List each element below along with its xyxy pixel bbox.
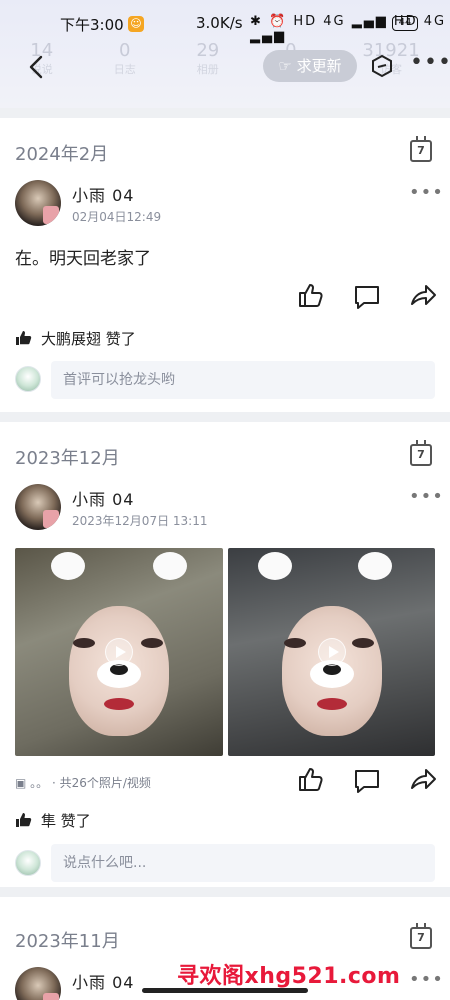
top-bar: 14说说 0日志 29相册 0留言 31921访客 下午3:00 ☺ 3.0K/…: [0, 0, 450, 108]
like-icon[interactable]: [297, 766, 325, 792]
post-text: 在。明天回老家了: [15, 249, 151, 269]
post-date: 2023年12月07日 13:11: [72, 514, 208, 528]
avatar[interactable]: [15, 484, 61, 530]
comment-input[interactable]: 首评可以抢龙头哟: [51, 361, 435, 399]
watermark: 寻欢阁xhg521.com: [177, 964, 401, 989]
back-arrow-icon[interactable]: [22, 52, 52, 82]
notification-icon: ☺: [128, 16, 144, 32]
album-count: 。。 · 共26个照片/视频: [30, 776, 151, 790]
post-date: 02月04日12:49: [72, 210, 162, 224]
status-indicators: ✱ ⏰ HD 4G ▂▄▆ HD 4G ▂▄▆: [250, 14, 447, 44]
likes-line: 隼 赞了: [15, 810, 91, 831]
calendar-icon[interactable]: 7: [410, 923, 432, 949]
post-card: 2024年2月 7 小雨 04 02月04日12:49 ••• 在。明天回老家了…: [0, 118, 450, 412]
video-thumbnail[interactable]: [15, 548, 223, 756]
pointing-hand-icon: ☞: [278, 57, 292, 75]
month-heading: 2024年2月: [15, 144, 109, 165]
share-icon[interactable]: [409, 282, 437, 308]
username[interactable]: 小雨 04: [72, 969, 134, 993]
request-update-button[interactable]: ☞ 求更新: [263, 50, 357, 82]
likes-text[interactable]: 隼 赞了: [41, 812, 91, 830]
more-options-icon[interactable]: •••: [410, 50, 450, 75]
nav-bar: ☞ 求更新 •••: [0, 48, 450, 88]
thumbs-up-icon: [16, 813, 32, 827]
month-heading: 2023年11月: [15, 931, 120, 952]
share-icon[interactable]: [409, 766, 437, 792]
status-bar: 下午3:00 ☺ 3.0K/s ✱ ⏰ HD 4G ▂▄▆ HD 4G ▂▄▆ …: [0, 12, 450, 44]
month-heading: 2023年12月: [15, 448, 120, 469]
request-update-label: 求更新: [296, 57, 342, 75]
status-time: 下午3:00: [60, 16, 124, 34]
comment-input[interactable]: 说点什么吧...: [51, 844, 435, 882]
comment-icon[interactable]: [353, 284, 381, 310]
username[interactable]: 小雨 04: [72, 486, 134, 510]
like-icon[interactable]: [297, 282, 325, 308]
avatar[interactable]: [15, 180, 61, 226]
likes-text[interactable]: 大鹏展翅 赞了: [41, 330, 136, 348]
play-icon[interactable]: [105, 638, 133, 666]
my-avatar: [15, 366, 41, 392]
hexagon-icon[interactable]: [370, 54, 394, 78]
comment-icon[interactable]: [353, 768, 381, 794]
my-avatar: [15, 850, 41, 876]
network-speed: 3.0K/s: [196, 14, 243, 32]
album-icon: ▣: [15, 776, 27, 790]
home-indicator[interactable]: [142, 988, 308, 993]
calendar-icon[interactable]: 7: [410, 440, 432, 466]
avatar[interactable]: [15, 967, 61, 1000]
battery-icon: 44: [392, 16, 418, 31]
post-more-icon[interactable]: •••: [409, 182, 444, 203]
media-grid: [15, 548, 435, 756]
username[interactable]: 小雨 04: [72, 182, 134, 206]
video-thumbnail[interactable]: [228, 548, 435, 756]
album-info[interactable]: ▣ 。。 · 共26个照片/视频: [15, 774, 151, 791]
calendar-icon[interactable]: 7: [410, 136, 432, 162]
post-more-icon[interactable]: •••: [409, 969, 444, 990]
post-more-icon[interactable]: •••: [409, 486, 444, 507]
play-icon[interactable]: [317, 638, 346, 666]
thumbs-up-icon: [16, 331, 32, 345]
likes-line: 大鹏展翅 赞了: [15, 328, 136, 349]
post-card: 2023年12月 7 小雨 04 2023年12月07日 13:11 ••• ▣…: [0, 422, 450, 887]
